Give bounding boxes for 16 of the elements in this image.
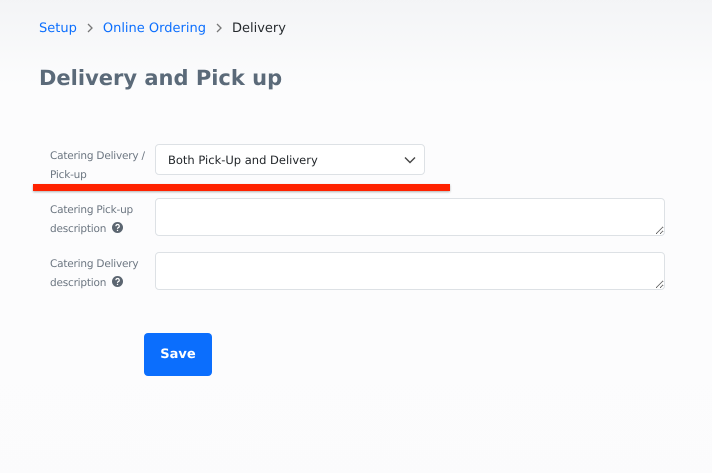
help-icon[interactable] [112,222,124,233]
breadcrumb-link[interactable]: Setup [39,20,77,36]
field-label: Catering Delivery / Pick-up [50,149,146,183]
chevron-icon [86,23,94,33]
chevron-icon [214,23,223,33]
breadcrumb-current: Delivery [232,20,286,36]
field-label: Catering Delivery description [50,257,140,291]
select-field[interactable]: Both Pick-Up and Delivery [155,144,425,175]
chevron-down-icon [404,156,416,164]
description-field[interactable] [155,198,665,236]
page-title: Delivery and Pick up [39,65,284,92]
breadcrumb-link[interactable]: Online Ordering [102,20,206,36]
field-label: Catering Pick-up description [50,203,134,237]
save-button[interactable]: Save [144,333,212,376]
description-field[interactable] [155,252,665,290]
help-icon[interactable] [112,276,124,287]
